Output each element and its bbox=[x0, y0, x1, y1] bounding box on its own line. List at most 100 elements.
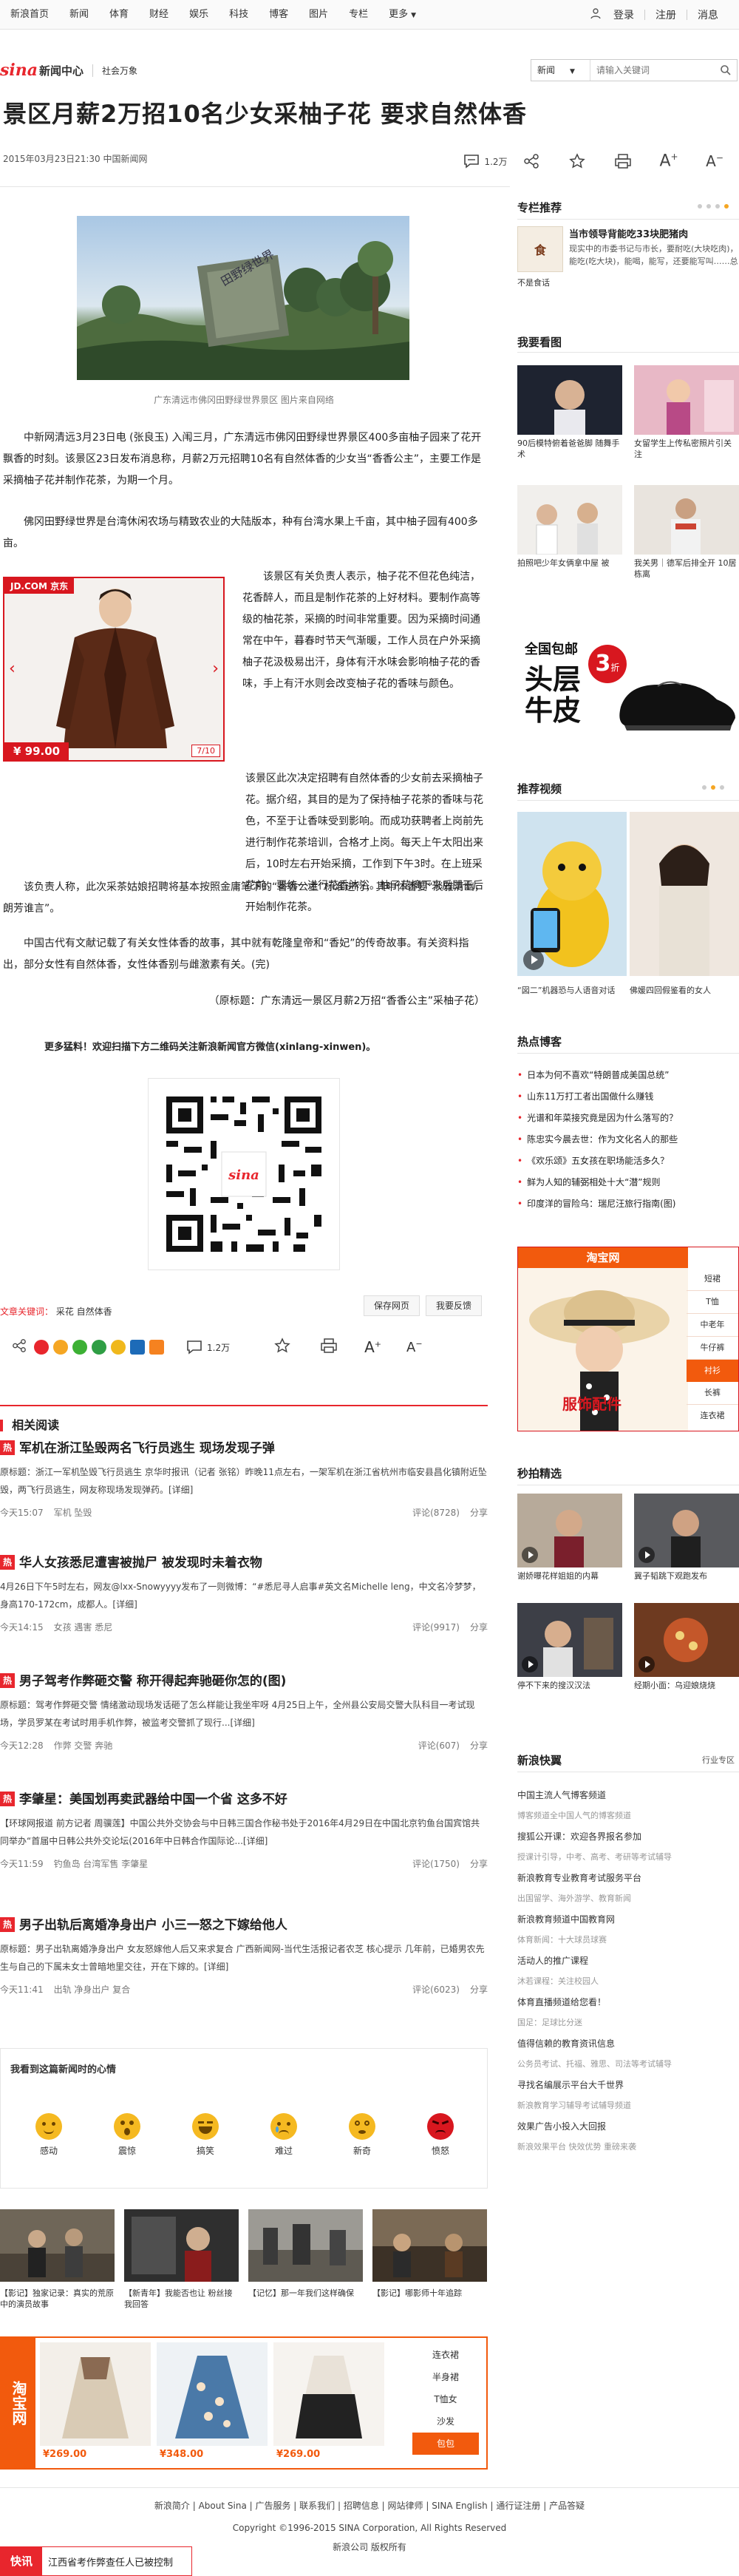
related-article[interactable]: 热华人女孩悉尼遭害被抛尸 被发现时未着衣物 4月26日下午5时左右，网友@lxx… bbox=[0, 1553, 488, 1633]
taobao-tab[interactable]: T恤女 bbox=[412, 2388, 479, 2410]
font-decrease-button[interactable]: A− bbox=[692, 145, 738, 177]
express-item[interactable]: 中国主流人气博客频道 bbox=[517, 1783, 739, 1807]
footer-link[interactable]: 通行证注册 bbox=[496, 2501, 540, 2511]
nav-item-tech[interactable]: 科技 bbox=[219, 0, 259, 30]
moments-share-icon[interactable] bbox=[92, 1340, 106, 1355]
share-icon[interactable] bbox=[12, 1338, 27, 1356]
express-item[interactable]: 活动人的推广课程 bbox=[517, 1949, 739, 1973]
related-comments[interactable]: 评论(9917) bbox=[412, 1621, 460, 1633]
pic-thumbnail[interactable] bbox=[634, 365, 739, 435]
play-icon[interactable] bbox=[523, 949, 544, 970]
taobao-sidebar-ad[interactable]: 淘宝网 服饰配件 短裙 T恤 中老年 牛仔裤 衬衫 长裤 连衣裙 bbox=[517, 1247, 739, 1431]
dot[interactable] bbox=[724, 204, 729, 209]
font-increase-button[interactable]: A+ bbox=[646, 145, 692, 177]
footer-link[interactable]: SINA English bbox=[432, 2501, 488, 2511]
mood-funny[interactable]: 搞笑 bbox=[183, 2113, 228, 2157]
related-tags[interactable]: 钓鱼岛 台湾军售 李肇星 bbox=[54, 1857, 149, 1870]
breaking-news-bar[interactable]: 快讯 江西省考作弊查任人已被控制 bbox=[0, 2546, 192, 2576]
login-link[interactable]: 登录 bbox=[603, 7, 644, 22]
nav-item-more[interactable]: 更多 ▼ bbox=[378, 0, 426, 30]
bottom-pic-card[interactable]: 【记忆】那一年我们这样确保 bbox=[248, 2209, 363, 2299]
dot[interactable] bbox=[720, 785, 724, 790]
related-tags[interactable]: 作弊 交警 奔驰 bbox=[54, 1739, 113, 1752]
pic-caption[interactable]: 我关男｜德军后排全开 10居栋离 bbox=[634, 557, 739, 580]
express-item[interactable]: 沐若课程：关注校园人 bbox=[517, 1973, 739, 1990]
tencent-share-icon[interactable] bbox=[53, 1340, 68, 1355]
shoe-advertisement[interactable]: 全国包邮 头层 牛皮 3折 bbox=[517, 626, 739, 736]
mood-moved[interactable]: 感动 bbox=[27, 2113, 71, 2157]
related-share[interactable]: 分享 bbox=[470, 1506, 488, 1519]
bottom-pic-card[interactable]: 【影记】哪影师十年追踪 bbox=[372, 2209, 487, 2299]
express-item[interactable]: 新浪教育学习辅导考试辅导频道 bbox=[517, 2097, 739, 2115]
related-comments[interactable]: 评论(1750) bbox=[412, 1857, 460, 1870]
secpick-caption[interactable]: 冀子韬跳下观跑发布 bbox=[634, 1570, 739, 1582]
nav-item-news[interactable]: 新闻 bbox=[59, 0, 99, 30]
search-button[interactable] bbox=[715, 60, 737, 81]
express-item[interactable]: 搜狐公开课：欢迎各界报名参加 bbox=[517, 1825, 739, 1848]
express-item[interactable]: 效果广告小投入大回报 bbox=[517, 2115, 739, 2138]
favorite-button[interactable] bbox=[554, 145, 600, 177]
star-icon[interactable] bbox=[274, 1338, 290, 1357]
related-comments[interactable]: 评论(607) bbox=[418, 1739, 460, 1752]
footer-link[interactable]: About Sina bbox=[199, 2501, 247, 2511]
pic-caption[interactable]: 拍照吧少年女俩拿中屋 被 bbox=[517, 557, 622, 569]
carousel-next-button[interactable]: › bbox=[212, 660, 219, 678]
messages-link[interactable]: 消息 bbox=[687, 7, 739, 22]
dot[interactable] bbox=[698, 204, 702, 209]
footer-link[interactable]: 联系我们 bbox=[299, 2501, 335, 2511]
jd-advertisement[interactable]: JD.COM 京东 ‹ › ¥ 99.00 7/10 bbox=[3, 577, 225, 762]
mood-angry[interactable]: 愤怒 bbox=[418, 2113, 463, 2157]
taobao-tab[interactable]: 沙发 bbox=[412, 2410, 479, 2433]
taobao-tab[interactable]: 包包 bbox=[412, 2433, 479, 2455]
secpick-thumbnail[interactable] bbox=[517, 1494, 622, 1567]
hot-blog-item[interactable]: 陈忠实今晨去世：作为文化名人的那些 bbox=[517, 1129, 739, 1150]
carousel-prev-button[interactable]: ‹ bbox=[9, 660, 16, 678]
comment-button[interactable]: 1.2万 bbox=[186, 1340, 230, 1355]
related-article[interactable]: 热李肇星：美国划再卖武器给中国一个省 这多不好 【环球网报道 前方记者 周骥莲】… bbox=[0, 1789, 488, 1870]
nav-item-home[interactable]: 新浪首页 bbox=[0, 0, 59, 30]
express-sub[interactable]: 行业专区 bbox=[702, 1754, 735, 1766]
related-share[interactable]: 分享 bbox=[470, 1621, 488, 1633]
play-icon[interactable] bbox=[522, 1547, 538, 1563]
related-tags[interactable]: 女孩 遇害 悉尼 bbox=[54, 1621, 113, 1633]
qzone-share-icon[interactable] bbox=[111, 1340, 126, 1355]
pic-thumbnail[interactable] bbox=[634, 485, 739, 555]
nav-item-blog[interactable]: 博客 bbox=[259, 0, 299, 30]
hot-blog-item[interactable]: 《欢乐颂》五女孩在职场能活多久？ bbox=[517, 1150, 739, 1172]
taobao-tab[interactable]: 衬衫 bbox=[687, 1360, 738, 1382]
video-thumbnail[interactable] bbox=[630, 812, 739, 976]
register-link[interactable]: 注册 bbox=[645, 7, 687, 22]
express-item[interactable]: 体育直播频道给您看！ bbox=[517, 1990, 739, 2014]
secpick-caption[interactable]: 谢娇曝花样姐姐的内幕 bbox=[517, 1570, 622, 1582]
play-icon[interactable] bbox=[638, 1547, 655, 1563]
footer-link[interactable]: 网站律师 bbox=[388, 2501, 423, 2511]
related-article[interactable]: 热男子出轨后离婚净身出户 小三一怒之下嫁给他人 原标题：男子出轨离婚净身出户 女… bbox=[0, 1915, 488, 1996]
taobao-tab[interactable]: 短裙 bbox=[687, 1268, 738, 1291]
mood-sad[interactable]: 难过 bbox=[262, 2113, 306, 2157]
column-headline[interactable]: 当市领导背能吃33块肥猪肉 bbox=[569, 226, 688, 240]
play-icon[interactable] bbox=[522, 1656, 538, 1672]
breaking-text[interactable]: 江西省考作弊查任人已被控制 bbox=[42, 2555, 173, 2569]
dot[interactable] bbox=[702, 785, 706, 790]
taobao-tab[interactable]: 半身裙 bbox=[412, 2366, 479, 2388]
related-tags[interactable]: 军机 坠毁 bbox=[54, 1506, 92, 1519]
nav-item-ent[interactable]: 娱乐 bbox=[179, 0, 219, 30]
express-item[interactable]: 新浪教育专业教育考试服务平台 bbox=[517, 1866, 739, 1890]
express-item[interactable]: 体育新闻：十大球员球赛 bbox=[517, 1931, 739, 1949]
taobao-tab[interactable]: 连衣裙 bbox=[687, 1405, 738, 1427]
related-tags[interactable]: 出轨 净身出户 复合 bbox=[54, 1983, 131, 1996]
renren-share-icon[interactable] bbox=[130, 1340, 145, 1355]
mood-shocked[interactable]: 震惊 bbox=[105, 2113, 149, 2157]
related-article-title[interactable]: 军机在浙江坠毁两名飞行员逃生 现场发现子弹 bbox=[19, 1441, 275, 1456]
related-share[interactable]: 分享 bbox=[470, 1857, 488, 1870]
taobao-tab[interactable]: T恤 bbox=[687, 1291, 738, 1314]
wechat-share-icon[interactable] bbox=[72, 1340, 87, 1355]
express-item[interactable]: 国足：足球比分迷 bbox=[517, 2014, 739, 2032]
font-decrease-icon[interactable]: A− bbox=[406, 1339, 423, 1355]
footer-link[interactable]: 产品答疑 bbox=[549, 2501, 585, 2511]
bottom-pic-card[interactable]: 【新青年】我能否也让 粉丝接我回答 bbox=[124, 2209, 239, 2310]
nav-item-photo[interactable]: 图片 bbox=[299, 0, 338, 30]
secpick-thumbnail[interactable] bbox=[634, 1603, 739, 1677]
related-share[interactable]: 分享 bbox=[470, 1739, 488, 1752]
pic-thumbnail[interactable] bbox=[517, 485, 622, 555]
